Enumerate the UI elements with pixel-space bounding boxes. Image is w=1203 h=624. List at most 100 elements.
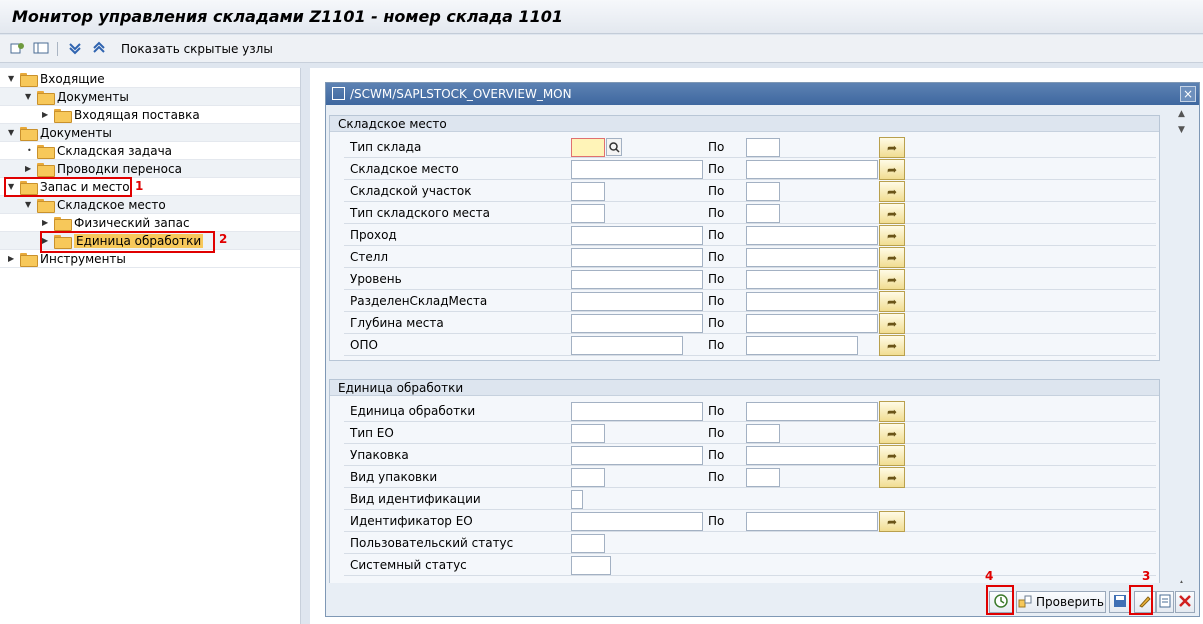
collapse-icon[interactable] <box>66 40 84 56</box>
multiple-selection-icon[interactable]: ➦ <box>879 137 905 158</box>
field-to-input[interactable] <box>746 226 878 245</box>
dialog-title: /SCWM/SAPLSTOCK_OVERVIEW_MON <box>350 87 572 101</box>
tree-node[interactable]: • Складская задача <box>0 142 300 160</box>
field-from-input[interactable] <box>571 314 703 333</box>
save-button[interactable] <box>1109 591 1131 613</box>
field-from-input[interactable] <box>571 226 703 245</box>
highlight-edit-button <box>1129 585 1153 615</box>
field-to-input[interactable] <box>746 160 878 179</box>
field-to-input[interactable] <box>746 402 878 421</box>
field-from-input[interactable] <box>571 248 703 267</box>
scrollbar[interactable]: ▲ ▼ ▲ ▼ <box>1176 109 1190 605</box>
tree-node[interactable]: ▼ Входящие <box>0 70 300 88</box>
multiple-selection-icon[interactable]: ➦ <box>879 269 905 290</box>
collapsed-arrow-icon[interactable]: ▶ <box>42 110 48 119</box>
cancel-button[interactable] <box>1175 591 1195 613</box>
field-row: Упаковка По ➦ <box>344 444 1156 466</box>
multiple-selection-icon[interactable]: ➦ <box>879 291 905 312</box>
multiple-selection-icon[interactable]: ➦ <box>879 225 905 246</box>
navigation-tree: ▼ Входящие ▼ Документы ▶ Входящая поставка ▼ До… <box>0 68 301 624</box>
field-from-input[interactable] <box>571 160 703 179</box>
scroll-down-icon[interactable]: ▼ <box>1178 125 1185 135</box>
list-button[interactable] <box>1156 591 1174 613</box>
tree-node[interactable]: ▼ Документы <box>0 88 300 106</box>
show-hidden-nodes-button[interactable]: Показать скрытые узлы <box>121 42 273 56</box>
field-label: Уровень <box>350 272 402 286</box>
field-to-input[interactable] <box>746 336 858 355</box>
tree-node[interactable]: ▶ Физический запас <box>0 214 300 232</box>
field-from-input[interactable] <box>571 182 605 201</box>
expanded-arrow-icon[interactable]: ▼ <box>8 128 14 137</box>
field-to-input[interactable] <box>746 468 780 487</box>
tree-node[interactable]: ▼ Документы <box>0 124 300 142</box>
field-from-input[interactable] <box>571 204 605 223</box>
to-label: По <box>708 162 725 176</box>
multiple-selection-icon[interactable]: ➦ <box>879 467 905 488</box>
field-from-input[interactable] <box>571 292 703 311</box>
field-from-input[interactable] <box>571 336 683 355</box>
field-to-input[interactable] <box>746 182 780 201</box>
multiple-selection-icon[interactable]: ➦ <box>879 423 905 444</box>
field-label: Тип склада <box>350 140 422 154</box>
multiple-selection-icon[interactable]: ➦ <box>879 203 905 224</box>
field-from-input[interactable] <box>571 556 611 575</box>
multiple-selection-icon[interactable]: ➦ <box>879 313 905 334</box>
scroll-up-icon[interactable]: ▲ <box>1178 109 1185 119</box>
field-from-input[interactable] <box>571 468 605 487</box>
expanded-arrow-icon[interactable]: ▼ <box>8 74 14 83</box>
folder-open-icon <box>37 199 55 213</box>
field-to-input[interactable] <box>746 314 878 333</box>
multiple-selection-icon[interactable]: ➦ <box>879 181 905 202</box>
to-label: По <box>708 426 725 440</box>
folder-icon <box>37 163 55 177</box>
field-to-input[interactable] <box>746 512 878 531</box>
settings-icon[interactable] <box>9 40 27 56</box>
field-to-input[interactable] <box>746 248 878 267</box>
tree-node[interactable]: ▼ Складское место <box>0 196 300 214</box>
collapsed-arrow-icon[interactable]: ▶ <box>8 254 14 263</box>
field-to-input[interactable] <box>746 292 878 311</box>
field-from-input[interactable] <box>571 490 583 509</box>
dialog-header: /SCWM/SAPLSTOCK_OVERVIEW_MON × <box>326 83 1199 105</box>
multiple-selection-icon[interactable]: ➦ <box>879 335 905 356</box>
expand-icon[interactable] <box>90 40 108 56</box>
multiple-selection-icon[interactable]: ➦ <box>879 247 905 268</box>
field-from-input[interactable] <box>571 270 703 289</box>
close-icon[interactable]: × <box>1180 86 1196 102</box>
multiple-selection-icon[interactable]: ➦ <box>879 401 905 422</box>
field-row: Складской участок По ➦ <box>344 180 1156 202</box>
field-to-input[interactable] <box>746 424 780 443</box>
tree-node-label: Документы <box>40 126 112 140</box>
multiple-selection-icon[interactable]: ➦ <box>879 445 905 466</box>
field-label: Системный статус <box>350 558 467 572</box>
multiple-selection-icon[interactable]: ➦ <box>879 159 905 180</box>
tree-node[interactable]: ▶ Входящая поставка <box>0 106 300 124</box>
field-to-input[interactable] <box>746 446 878 465</box>
search-help-icon[interactable] <box>606 138 622 156</box>
field-from-input[interactable] <box>571 534 605 553</box>
field-from-input[interactable] <box>571 446 703 465</box>
field-label: ОПО <box>350 338 378 352</box>
to-label: По <box>708 470 725 484</box>
collapsed-arrow-icon[interactable]: ▶ <box>42 218 48 227</box>
expanded-arrow-icon[interactable]: ▼ <box>25 200 31 209</box>
field-to-input[interactable] <box>746 270 878 289</box>
multiple-selection-icon[interactable]: ➦ <box>879 511 905 532</box>
tree-node[interactable]: ▶ Проводки переноса <box>0 160 300 178</box>
check-button[interactable]: Проверить <box>1016 591 1106 613</box>
field-to-input[interactable] <box>746 138 780 157</box>
list-icon <box>1159 594 1171 611</box>
field-label: Тип складского места <box>350 206 490 220</box>
field-to-input[interactable] <box>746 204 780 223</box>
layout-icon[interactable] <box>32 40 50 56</box>
field-from-input[interactable] <box>571 512 703 531</box>
field-label: Складское место <box>350 162 459 176</box>
expanded-arrow-icon[interactable]: ▼ <box>25 92 31 101</box>
page-title: Монитор управления складами Z1101 - номе… <box>12 7 564 26</box>
field-from-input[interactable] <box>571 424 605 443</box>
splitter[interactable] <box>302 68 610 624</box>
collapsed-arrow-icon[interactable]: ▶ <box>25 164 31 173</box>
field-from-input[interactable] <box>571 138 605 157</box>
field-from-input[interactable] <box>571 402 703 421</box>
to-label: По <box>708 228 725 242</box>
